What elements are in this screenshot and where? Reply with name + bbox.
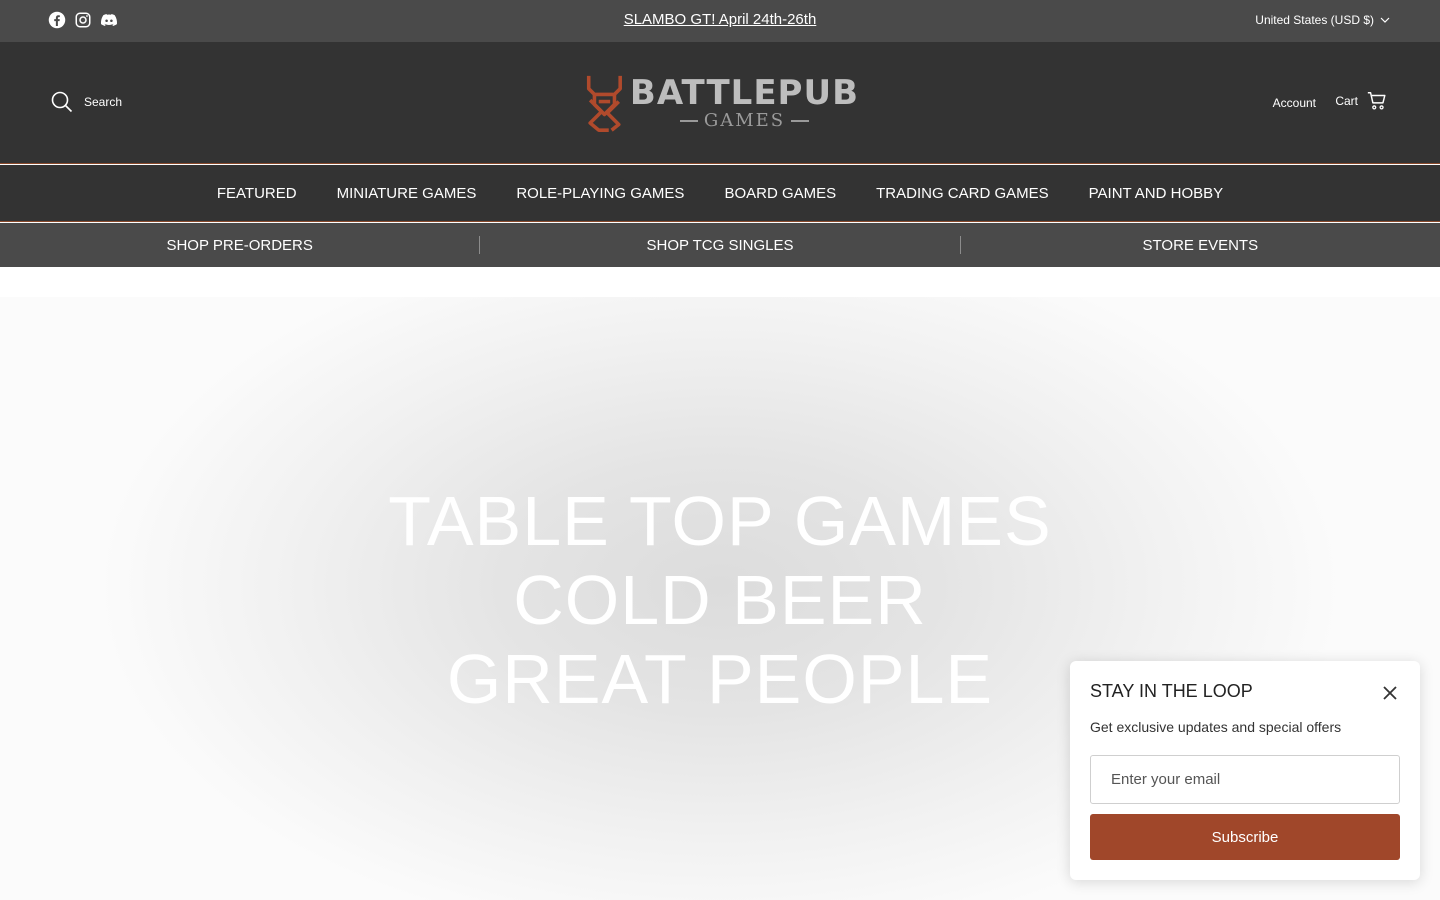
- currency-selector[interactable]: United States (USD $): [1255, 13, 1390, 27]
- popup-title: STAY IN THE LOOP: [1090, 681, 1253, 701]
- cart-label: Cart: [1335, 94, 1358, 108]
- viking-helmet-logo-icon: [586, 75, 622, 132]
- search-label: Search: [84, 95, 123, 109]
- close-icon[interactable]: [1382, 685, 1398, 701]
- newsletter-popup: STAY IN THE LOOP Get exclusive updates a…: [1070, 661, 1420, 880]
- promo-link-pre-orders[interactable]: SHOP PRE-ORDERS: [0, 223, 479, 267]
- logo-dash-right: [791, 120, 810, 122]
- site-header: Search BATTLEPUB GAMES Account Cart: [0, 42, 1440, 164]
- search-icon: [51, 91, 73, 113]
- logo-sub-text: GAMES: [703, 110, 786, 131]
- cart-link[interactable]: Cart: [1335, 90, 1388, 112]
- popup-description: Get exclusive updates and special offers: [1090, 719, 1342, 735]
- nav-item-board-games[interactable]: BOARD GAMES: [724, 185, 836, 202]
- nav-item-miniature-games[interactable]: MINIATURE GAMES: [337, 185, 477, 202]
- logo-word: BATTLEPUB: [629, 73, 859, 113]
- promo-nav: SHOP PRE-ORDERS SHOP TCG SINGLES STORE E…: [0, 223, 1440, 267]
- nav-item-featured[interactable]: FEATURED: [217, 185, 297, 202]
- hero-line-1: TABLE TOP GAMES: [388, 482, 1052, 560]
- account-link[interactable]: Account: [1273, 96, 1316, 110]
- search-button[interactable]: Search: [50, 90, 122, 114]
- promo-link-store-events[interactable]: STORE EVENTS: [961, 223, 1440, 267]
- currency-label: United States (USD $): [1255, 13, 1374, 27]
- cart-icon: [1367, 92, 1386, 110]
- main-nav: FEATURED MINIATURE GAMES ROLE-PLAYING GA…: [0, 165, 1440, 222]
- announcement-link[interactable]: SLAMBO GT! April 24th-26th: [0, 11, 1440, 28]
- subscribe-button[interactable]: Subscribe: [1090, 814, 1400, 860]
- nav-item-paint-and-hobby[interactable]: PAINT AND HOBBY: [1089, 185, 1223, 202]
- logo-wordmark: BATTLEPUB GAMES: [630, 75, 859, 131]
- email-field[interactable]: [1090, 755, 1400, 804]
- chevron-down-icon: [1380, 17, 1390, 23]
- logo-dash-left: [679, 120, 698, 122]
- logo-subtitle: GAMES: [679, 110, 810, 131]
- announcement-bar: SLAMBO GT! April 24th-26th United States…: [0, 0, 1440, 42]
- nav-item-trading-card-games[interactable]: TRADING CARD GAMES: [876, 185, 1049, 202]
- nav-item-role-playing-games[interactable]: ROLE-PLAYING GAMES: [516, 185, 684, 202]
- hero-line-2: COLD BEER: [513, 561, 927, 639]
- site-logo[interactable]: BATTLEPUB GAMES: [583, 60, 859, 146]
- promo-link-tcg-singles[interactable]: SHOP TCG SINGLES: [480, 223, 959, 267]
